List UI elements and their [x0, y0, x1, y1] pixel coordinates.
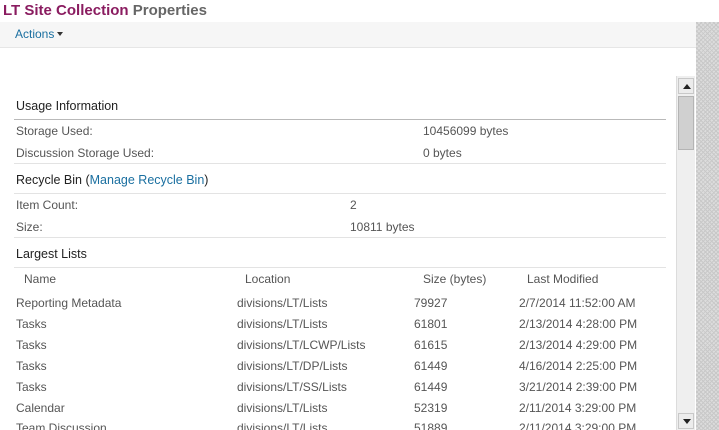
list-last-modified: 2/11/2014 3:29:00 PM	[519, 401, 637, 415]
recycle-size-label: Size:	[16, 220, 43, 234]
properties-title: Properties	[128, 2, 207, 19]
recycle-divider	[14, 193, 666, 194]
item-count-label: Item Count:	[16, 198, 79, 212]
list-location: divisions/LT/DP/Lists	[237, 359, 348, 373]
list-name: Reporting Metadata	[16, 296, 122, 310]
scroll-down-button[interactable]	[678, 413, 694, 429]
actions-label: Actions	[15, 27, 55, 41]
list-name: Tasks	[16, 338, 47, 352]
list-size: 61801	[414, 317, 448, 331]
list-last-modified: 2/13/2014 4:28:00 PM	[519, 317, 638, 331]
discussion-storage-label: Discussion Storage Used:	[16, 146, 155, 160]
properties-content: Usage Information Storage Used: 10456099…	[0, 48, 676, 430]
list-location: divisions/LT/Lists	[237, 317, 328, 331]
largest-top-divider	[14, 237, 666, 238]
list-location: divisions/LT/SS/Lists	[237, 380, 347, 394]
vertical-scrollbar[interactable]	[676, 76, 695, 430]
arrow-up-icon	[683, 84, 691, 89]
column-header-location: Location	[245, 272, 291, 286]
manage-recycle-bin-link[interactable]: Manage Recycle Bin	[90, 173, 205, 187]
recycle-heading-end: )	[204, 173, 209, 187]
list-last-modified: 2/7/2014 11:52:00 AM	[519, 296, 636, 310]
chevron-down-icon	[57, 31, 64, 36]
list-size: 51889	[414, 421, 448, 430]
column-header-last-modified: Last Modified	[527, 272, 599, 286]
list-name: Team Discussion	[16, 421, 107, 430]
usage-divider	[14, 119, 666, 120]
list-size: 61615	[414, 338, 448, 352]
list-size: 79927	[414, 296, 448, 310]
list-name: Calendar	[16, 401, 65, 415]
discussion-storage-value: 0 bytes	[423, 146, 462, 160]
page-edge-pattern	[696, 22, 719, 430]
largest-divider	[14, 267, 666, 268]
list-size: 52319	[414, 401, 448, 415]
list-location: divisions/LT/Lists	[237, 421, 328, 430]
list-location: divisions/LT/Lists	[237, 401, 328, 415]
recycle-heading-start: Recycle Bin (	[16, 173, 90, 187]
list-last-modified: 4/16/2014 2:25:00 PM	[519, 359, 638, 373]
list-size: 61449	[414, 359, 448, 373]
list-size: 61449	[414, 380, 448, 394]
list-last-modified: 2/13/2014 4:29:00 PM	[519, 338, 638, 352]
actions-menu[interactable]: Actions	[15, 27, 64, 41]
column-header-name: Name	[24, 272, 57, 286]
recycle-bin-heading: Recycle Bin (Manage Recycle Bin)	[16, 173, 208, 187]
usage-heading: Usage Information	[16, 99, 119, 113]
page-title: LT Site Collection Properties	[3, 2, 207, 19]
recycle-top-divider	[14, 163, 666, 164]
largest-lists-heading: Largest Lists	[16, 247, 87, 261]
list-name: Tasks	[16, 317, 47, 331]
list-location: divisions/LT/LCWP/Lists	[237, 338, 366, 352]
site-collection-title: LT Site Collection	[3, 2, 129, 19]
list-location: divisions/LT/Lists	[237, 296, 328, 310]
arrow-down-icon	[683, 419, 691, 424]
scroll-up-button[interactable]	[678, 78, 694, 94]
recycle-size-value: 10811 bytes	[350, 220, 415, 234]
storage-used-value: 10456099 bytes	[423, 124, 509, 138]
title-bar: LT Site Collection Properties	[0, 0, 719, 22]
list-last-modified: 3/21/2014 2:39:00 PM	[519, 380, 638, 394]
list-last-modified: 2/11/2014 3:29:00 PM	[519, 421, 637, 430]
storage-used-label: Storage Used:	[16, 124, 93, 138]
scroll-thumb[interactable]	[678, 96, 694, 150]
column-header-size: Size (bytes)	[423, 272, 487, 286]
item-count-value: 2	[350, 198, 357, 212]
list-name: Tasks	[16, 380, 47, 394]
action-bar: Actions	[0, 22, 696, 48]
list-name: Tasks	[16, 359, 47, 373]
